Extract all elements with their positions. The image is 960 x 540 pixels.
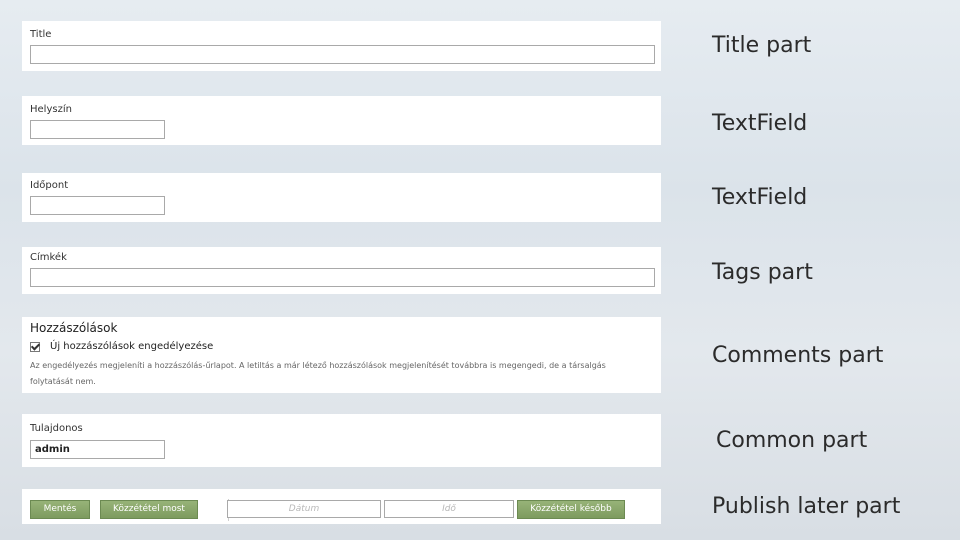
common-part-panel: Tulajdonos (22, 414, 661, 467)
location-label: Helyszín (30, 104, 72, 115)
publish-later-button[interactable]: Közzététel később (517, 500, 625, 519)
comments-description-line2: folytatását nem. (30, 377, 96, 386)
title-part-panel: Title (22, 21, 661, 71)
side-label-tags-part: Tags part (712, 260, 813, 285)
side-label-location-textfield: TextField (712, 111, 808, 136)
publish-time-input[interactable] (384, 500, 514, 518)
time-label: Időpont (30, 180, 69, 191)
tags-input[interactable] (30, 268, 655, 287)
side-label-publish-later-part: Publish later part (712, 494, 901, 519)
comments-description: Az engedélyezés megjeleníti a hozzászólá… (30, 358, 640, 390)
location-input[interactable] (30, 120, 165, 139)
time-input[interactable] (30, 196, 165, 215)
comments-part-panel: Hozzászólások Új hozzászólások engedélye… (22, 317, 661, 393)
publish-now-button[interactable]: Közzététel most (100, 500, 198, 519)
tags-part-panel: Címkék (22, 247, 661, 294)
location-part-panel: Helyszín (22, 96, 661, 145)
side-label-common-part: Common part (716, 428, 868, 453)
save-button[interactable]: Mentés (30, 500, 90, 519)
comments-header: Hozzászólások (30, 321, 118, 335)
side-label-comments-part: Comments part (712, 343, 884, 368)
allow-comments-label[interactable]: Új hozzászólások engedélyezése (50, 341, 213, 352)
owner-label: Tulajdonos (30, 423, 83, 434)
publish-date-input[interactable] (227, 500, 381, 518)
time-part-panel: Időpont (22, 173, 661, 222)
title-input[interactable] (30, 45, 655, 64)
publish-part-panel: Mentés Közzététel most Közzététel később (22, 489, 661, 524)
title-label: Title (30, 29, 52, 40)
side-label-title-part: Title part (712, 33, 812, 58)
side-label-time-textfield: TextField (712, 185, 808, 210)
allow-comments-checkbox[interactable] (30, 342, 40, 352)
tags-label: Címkék (30, 252, 67, 263)
comments-description-line1: Az engedélyezés megjeleníti a hozzászólá… (30, 361, 606, 370)
owner-input[interactable] (30, 440, 165, 459)
